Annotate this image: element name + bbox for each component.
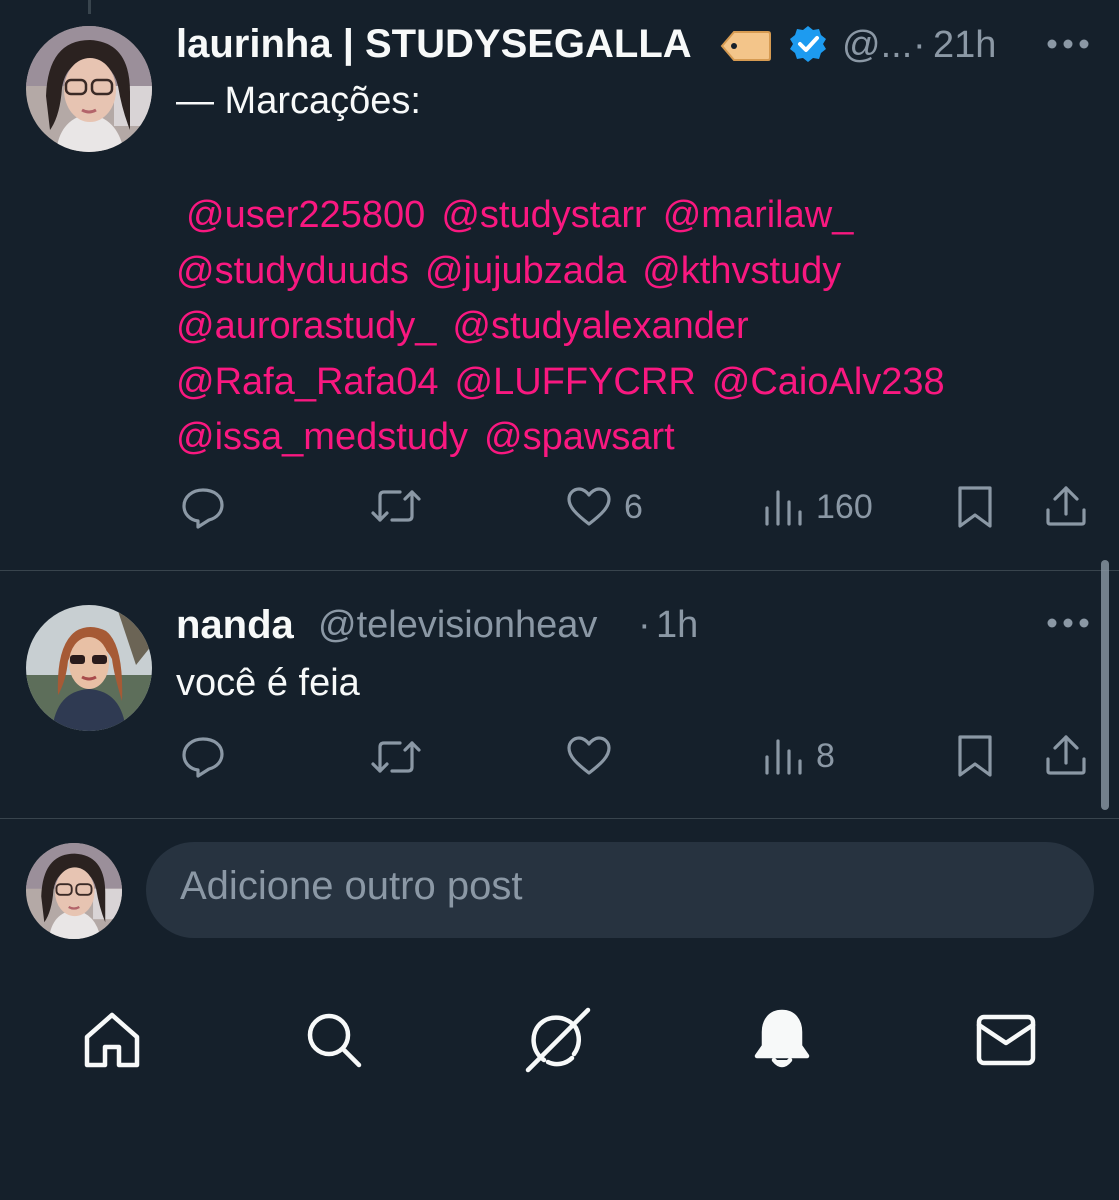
verified-badge-icon — [790, 26, 826, 62]
meta-separator: · — [638, 604, 651, 646]
bookmark-button[interactable] — [956, 484, 994, 530]
post-time[interactable]: 1h — [656, 604, 698, 647]
search-icon — [307, 1013, 362, 1068]
nav-home[interactable] — [72, 1000, 152, 1080]
mention-list: @user225800 @studystarr @marilaw_ @studydu… — [176, 188, 961, 466]
mention-row: @Rafa_Rafa04 @LUFFYCRR @CaioAlv238 — [176, 355, 961, 411]
mention-link[interactable]: @CaioAlv238 — [712, 361, 945, 403]
reply-button[interactable] — [180, 486, 238, 530]
views-count: 160 — [816, 487, 873, 526]
bookmark-icon — [958, 735, 992, 777]
views-chart-icon — [765, 739, 802, 775]
composer-avatar[interactable] — [26, 843, 122, 939]
messages-envelope-icon — [976, 1014, 1036, 1066]
post-laurinha[interactable]: laurinha | STUDYSEGALLA @... · 21h — Mar… — [0, 0, 1119, 570]
scrollbar[interactable] — [1101, 560, 1109, 810]
repost-icon — [371, 741, 421, 773]
mention-link[interactable]: @spawsart — [484, 416, 675, 458]
like-count: 6 — [624, 487, 643, 526]
handle[interactable]: @... — [842, 24, 912, 67]
label-emoji-icon — [720, 31, 771, 61]
views-button[interactable]: 160 — [762, 486, 873, 528]
mention-row: @studyduuds @jujubzada @kthvstudy — [176, 244, 961, 300]
mention-link[interactable]: @user225800 — [186, 194, 425, 236]
more-dots-icon[interactable] — [1046, 38, 1090, 50]
mention-link[interactable]: @studyduuds — [176, 250, 409, 292]
reply-icon — [182, 488, 224, 529]
bottom-navigation — [0, 980, 1119, 1100]
mention-link[interactable]: @jujubzada — [425, 250, 626, 292]
handle[interactable]: @televisionheav — [318, 604, 597, 647]
mention-row: @user225800 @studystarr @marilaw_ — [176, 188, 961, 244]
mention-link[interactable]: @marilaw_ — [663, 194, 854, 236]
nav-notifications[interactable] — [742, 1000, 822, 1080]
avatar[interactable] — [26, 26, 152, 152]
more-dots-icon[interactable] — [1046, 617, 1090, 629]
mention-link[interactable]: @kthvstudy — [642, 250, 841, 292]
share-button[interactable] — [1044, 733, 1088, 777]
mention-link[interactable]: @Rafa_Rafa04 — [176, 361, 439, 403]
heart-icon — [567, 736, 611, 775]
avatar-image — [26, 26, 152, 152]
notifications-bell-icon — [754, 1009, 810, 1068]
repost-icon — [371, 490, 421, 522]
composer-input[interactable] — [180, 864, 1040, 909]
avatar-image — [26, 843, 122, 939]
like-button[interactable]: 6 — [566, 486, 643, 528]
share-icon — [1046, 486, 1086, 526]
reply-composer[interactable] — [146, 842, 1094, 938]
like-button[interactable] — [566, 735, 624, 777]
repost-button[interactable] — [370, 486, 434, 526]
mention-link[interactable]: @studystarr — [441, 194, 646, 236]
avatar[interactable] — [26, 605, 152, 731]
mention-link[interactable]: @studyalexander — [452, 305, 748, 347]
home-icon — [84, 1012, 140, 1068]
heart-icon — [567, 487, 611, 526]
display-name[interactable]: laurinha | STUDYSEGALLA — [176, 22, 692, 67]
post-nanda[interactable]: nanda @televisionheav · 1h você é feia 8 — [0, 571, 1119, 818]
grok-icon — [525, 1007, 591, 1073]
nav-grok[interactable] — [518, 1000, 598, 1080]
bookmark-button[interactable] — [956, 733, 994, 779]
mention-link[interactable]: @issa_medstudy — [176, 416, 468, 458]
nav-search[interactable] — [294, 1000, 374, 1080]
post-text: você é feia — [176, 662, 360, 704]
meta-separator: · — [913, 24, 926, 66]
post-text: — Marcações: — [176, 80, 421, 122]
mention-link[interactable]: @LUFFYCRR — [455, 361, 696, 403]
share-icon — [1046, 735, 1086, 775]
display-name[interactable]: nanda — [176, 603, 294, 648]
post-divider — [0, 818, 1119, 819]
views-chart-icon — [765, 490, 802, 526]
avatar-image — [26, 605, 152, 731]
mention-row: @aurorastudy_ @studyalexander — [176, 299, 961, 355]
views-count: 8 — [816, 736, 835, 775]
share-button[interactable] — [1044, 484, 1088, 528]
repost-button[interactable] — [370, 737, 434, 777]
reply-button[interactable] — [180, 735, 238, 779]
nav-messages[interactable] — [966, 1000, 1046, 1080]
mention-link[interactable]: @aurorastudy_ — [176, 305, 436, 347]
bookmark-icon — [958, 486, 992, 528]
reply-icon — [182, 737, 224, 778]
mention-row: @issa_medstudy @spawsart — [176, 410, 961, 466]
post-time[interactable]: 21h — [933, 24, 996, 67]
views-button[interactable]: 8 — [762, 735, 835, 777]
